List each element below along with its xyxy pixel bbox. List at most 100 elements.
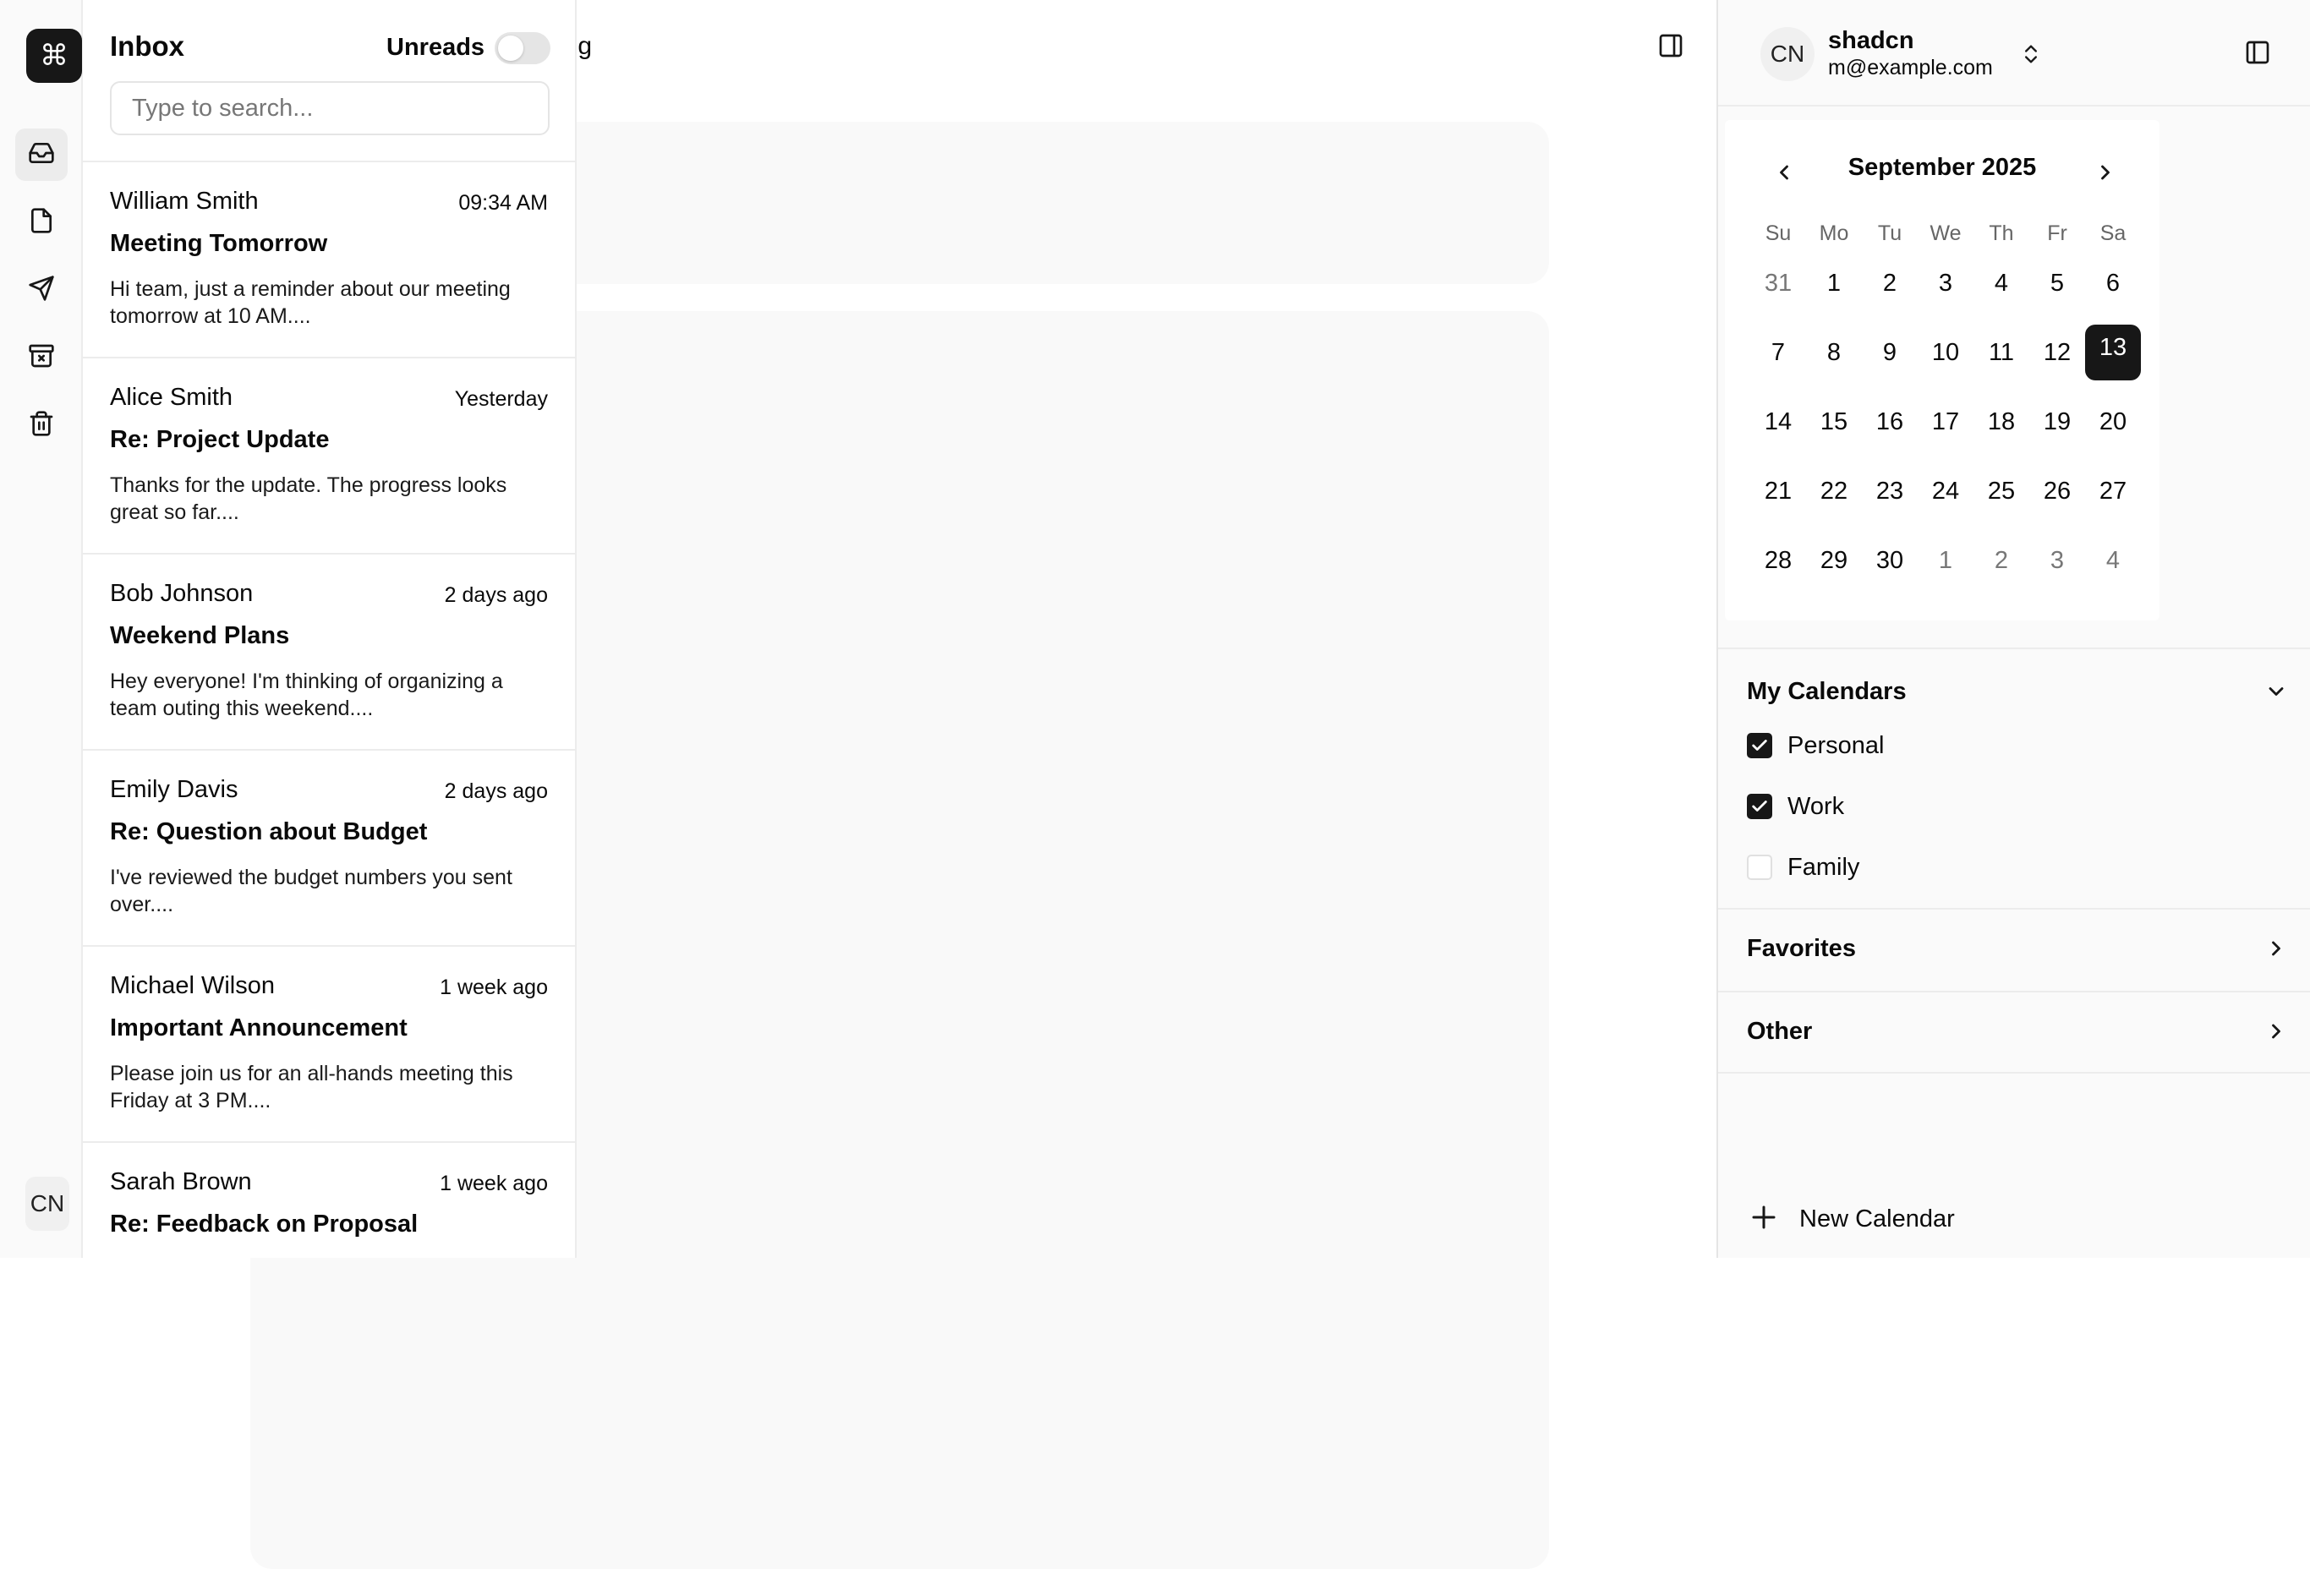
inbox-icon [28,139,55,171]
nav-sent[interactable] [15,264,68,316]
list-item[interactable]: Sarah Brown 1 week ago Re: Feedback on P… [83,1143,575,1258]
mail-sender: William Smith [110,188,259,215]
checkbox[interactable] [1747,794,1772,819]
list-item[interactable]: Bob Johnson 2 days ago Weekend Plans Hey… [83,555,575,751]
icon-rail: ⌘ CN [0,0,83,1258]
unreads-label: Unreads [386,34,485,61]
section-title: Other [1747,1018,1813,1045]
weekday-label: We [1930,221,1962,245]
calendar-item-label: Work [1787,792,1845,820]
mail-time: Yesterday [454,387,548,411]
other-section[interactable]: Other [1718,991,2310,1074]
calendar-item-label: Family [1787,853,1860,881]
sidebar-toggle-icon[interactable] [1657,32,1684,59]
calendar-day[interactable]: 6 [2085,255,2141,311]
mail-sender: Bob Johnson [110,580,254,607]
weekday-label: Su [1765,221,1792,245]
inbox-header: Inbox Unreads [83,0,575,162]
section-title[interactable]: My Calendars [1747,678,1907,706]
mail-preview: Thanks for the update. The progress look… [110,473,507,524]
chevrons-up-down-icon [2019,39,2043,69]
calendar-sidebar: CN shadcn m@example.com September 2025 S… [1716,0,2310,1258]
date-picker: September 2025 Su Mo Tu We Th Fr Sa 31 1 2 3 4 5 6 7 8 9… [1725,120,2159,620]
chevron-right-icon [2264,1019,2288,1043]
calendar-day[interactable]: 14 [1750,394,1806,450]
calendar-day[interactable]: 30 [1862,533,1918,588]
calendar-day[interactable]: 17 [1918,394,1973,450]
chevron-right-icon [2264,937,2288,960]
inbox-panel: Inbox Unreads William Smith 09:34 AM Mee… [83,0,577,1258]
unreads-toggle[interactable] [495,32,550,64]
nav-drafts[interactable] [15,196,68,249]
weekday-label: Sa [2099,221,2127,245]
mail-subject: Re: Question about Budget [110,818,428,845]
checkbox[interactable] [1747,855,1772,880]
weekday-label: Th [1989,221,2014,245]
favorites-section[interactable]: Favorites [1718,908,2310,991]
calendar-day[interactable]: 1 [1806,255,1862,311]
list-item[interactable]: Alice Smith Yesterday Re: Project Update… [83,358,575,555]
list-item[interactable]: Michael Wilson 1 week ago Important Anno… [83,947,575,1143]
calendar-day[interactable]: 16 [1862,394,1918,450]
mail-time: 2 days ago [444,779,548,803]
mail-sender: Alice Smith [110,384,233,411]
calendar-day[interactable]: 13 [2085,325,2141,380]
calendar-day[interactable]: 22 [1806,463,1862,519]
calendar-day[interactable]: 10 [1918,325,1973,380]
command-icon[interactable]: ⌘ [26,29,82,83]
nav-trash[interactable] [15,399,68,451]
calendar-day[interactable]: 1 [1918,533,1973,588]
calendar-day[interactable]: 3 [2029,533,2085,588]
avatar[interactable]: CN [25,1177,69,1231]
calendar-day[interactable]: 31 [1750,255,1806,311]
calendar-day[interactable]: 29 [1806,533,1862,588]
mail-preview: Please join us for an all-hands meeting … [110,1062,513,1112]
archive-x-icon [28,342,55,374]
calendar-day[interactable]: 7 [1750,325,1806,380]
calendar-day[interactable]: 4 [1973,255,2029,311]
checkbox[interactable] [1747,733,1772,758]
toggle-knob [498,36,523,61]
mail-subject: Re: Project Update [110,426,330,453]
calendar-day[interactable]: 28 [1750,533,1806,588]
trash-icon [28,410,55,441]
list-item[interactable]: William Smith 09:34 AM Meeting Tomorrow … [83,162,575,358]
calendar-day[interactable]: 2 [1862,255,1918,311]
calendar-day[interactable]: 18 [1973,394,2029,450]
calendar-day[interactable]: 8 [1806,325,1862,380]
calendar-item-personal[interactable]: Personal [1747,729,1884,762]
mail-sender: Sarah Brown [110,1168,252,1195]
send-icon [28,275,55,306]
calendar-item-work[interactable]: Work [1747,790,1844,823]
calendar-day[interactable]: 2 [1973,533,2029,588]
calendar-day[interactable]: 25 [1973,463,2029,519]
calendar-day[interactable]: 23 [1862,463,1918,519]
calendar-day[interactable]: 15 [1806,394,1862,450]
plus-icon [1749,1202,1779,1237]
panel-toggle-icon[interactable] [2244,39,2271,66]
calendar-day[interactable]: 20 [2085,394,2141,450]
user-name: shadcn [1828,27,1914,54]
my-calendars-section: My Calendars Personal Work Family [1718,648,2310,908]
calendar-day[interactable]: 19 [2029,394,2085,450]
calendar-day[interactable]: 5 [2029,255,2085,311]
weekday-label: Mo [1819,221,1849,245]
calendar-day[interactable]: 24 [1918,463,1973,519]
calendar-day[interactable]: 12 [2029,325,2085,380]
calendar-day[interactable]: 21 [1750,463,1806,519]
calendar-day[interactable]: 26 [2029,463,2085,519]
calendar-day[interactable]: 11 [1973,325,2029,380]
search-input[interactable] [110,81,550,135]
chevron-right-icon[interactable] [2090,157,2121,188]
nav-inbox[interactable] [15,128,68,181]
calendar-day[interactable]: 9 [1862,325,1918,380]
calendar-item-family[interactable]: Family [1747,850,1859,884]
calendar-day[interactable]: 4 [2085,533,2141,588]
list-item[interactable]: Emily Davis 2 days ago Re: Question abou… [83,751,575,947]
calendar-day[interactable]: 27 [2085,463,2141,519]
calendar-day[interactable]: 3 [1918,255,1973,311]
user-switcher[interactable]: CN shadcn m@example.com [1718,0,2310,107]
nav-junk[interactable] [15,331,68,384]
new-calendar-button[interactable]: New Calendar [1749,1202,1955,1237]
chevron-down-icon[interactable] [2264,680,2288,703]
